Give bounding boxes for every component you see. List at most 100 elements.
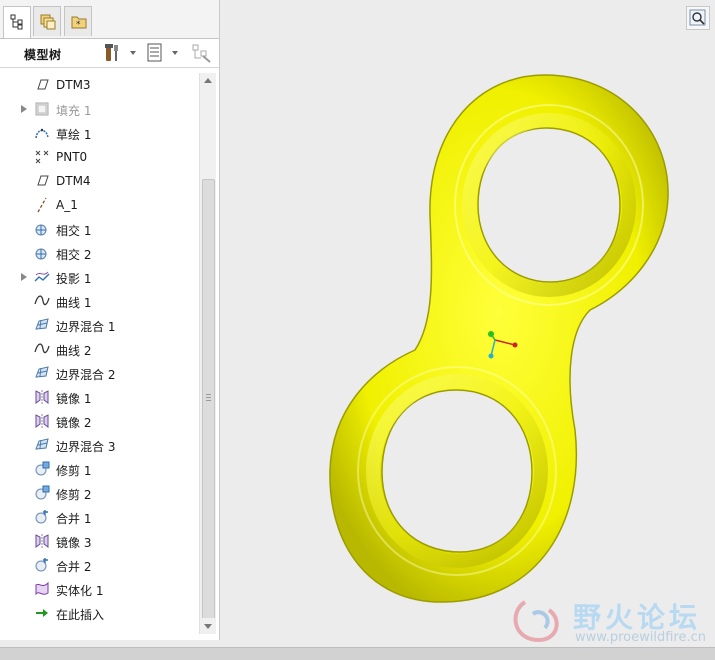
model-tree-icon xyxy=(10,14,23,30)
show-list-icon[interactable] xyxy=(146,43,164,63)
tree-item-label: 修剪 2 xyxy=(56,488,92,502)
tree-item[interactable]: 草绘 1 xyxy=(4,121,198,145)
tree-item-label: 镜像 2 xyxy=(56,416,92,430)
mirror-icon xyxy=(35,534,49,548)
intersect-icon xyxy=(35,248,47,260)
tree-item[interactable]: 修剪 1 xyxy=(4,457,198,481)
tab-layers[interactable] xyxy=(33,6,61,36)
tree-item-label: 边界混合 2 xyxy=(56,368,116,382)
figure-eight-part[interactable] xyxy=(329,74,669,603)
forum-watermark: 野火论坛 www.proewildfire.cn xyxy=(505,590,715,650)
datum-plane-icon xyxy=(37,175,49,186)
merge-icon xyxy=(35,558,48,572)
scroll-down-button[interactable] xyxy=(200,618,216,634)
tree-scrollbar[interactable] xyxy=(199,73,216,634)
merge-icon xyxy=(35,510,48,524)
expand-arrow-icon[interactable] xyxy=(21,273,27,281)
tree-item-label: 在此插入 xyxy=(56,608,105,622)
tree-item[interactable]: 实体化 1 xyxy=(4,577,198,601)
tree-item-label: 镜像 1 xyxy=(56,392,92,406)
layers-icon xyxy=(40,14,56,30)
tab-model-tree[interactable] xyxy=(3,6,31,39)
tree-filter-icon[interactable] xyxy=(191,43,213,63)
graphics-viewport[interactable] xyxy=(220,0,715,640)
tree-item-label: 合并 2 xyxy=(56,560,92,574)
tree-item[interactable]: 边界混合 2 xyxy=(4,361,198,385)
tree-item[interactable]: 镜像 3 xyxy=(4,529,198,553)
settings-tools-icon[interactable] xyxy=(103,43,125,63)
tree-item-label: A_1 xyxy=(56,198,78,212)
folder-star-icon: * xyxy=(71,16,87,30)
scroll-thumb[interactable] xyxy=(202,179,215,621)
model-tree-panel: * 模型树 DTM3 填充 1 草绘 1 PNT0 DTM4 A_1 相交 1 相交 2 投影 … xyxy=(0,0,220,640)
tree-item-label: 实体化 1 xyxy=(56,584,104,598)
curve-icon xyxy=(34,343,50,354)
insert-here-arrow-icon xyxy=(36,609,48,617)
solidify-icon xyxy=(35,581,49,596)
sketch-icon xyxy=(35,128,49,139)
tree-item[interactable]: 在此插入 xyxy=(4,601,198,625)
tree-item[interactable]: 曲线 2 xyxy=(4,337,198,361)
zoom-view-button[interactable] xyxy=(686,6,710,30)
expand-arrow-icon[interactable] xyxy=(21,105,27,113)
tree-item[interactable]: 填充 1 xyxy=(4,97,198,121)
tree-item-label: DTM3 xyxy=(56,78,91,92)
chevron-down-icon xyxy=(204,624,212,629)
tree-item[interactable]: PNT0 xyxy=(4,145,198,169)
tree-item[interactable]: 相交 1 xyxy=(4,217,198,241)
tree-item[interactable]: 合并 1 xyxy=(4,505,198,529)
curve-icon xyxy=(34,295,50,306)
tree-item-label: 草绘 1 xyxy=(56,128,92,142)
boundary-blend-icon xyxy=(35,318,49,330)
chevron-up-icon xyxy=(204,78,212,83)
svg-text:*: * xyxy=(76,20,81,30)
model-tree-list: DTM3 填充 1 草绘 1 PNT0 DTM4 A_1 相交 1 相交 2 投影 1 曲线 1 边… xyxy=(4,73,198,633)
panel-tab-strip: * xyxy=(0,0,219,39)
tree-item[interactable]: 曲线 1 xyxy=(4,289,198,313)
settings-dropdown-caret[interactable] xyxy=(130,51,136,55)
tree-item[interactable]: 边界混合 3 xyxy=(4,433,198,457)
scroll-up-button[interactable] xyxy=(200,73,216,89)
tree-item[interactable]: 修剪 2 xyxy=(4,481,198,505)
model-tree-toolbar: 模型树 xyxy=(0,39,219,68)
tree-item-label: DTM4 xyxy=(56,174,91,188)
tree-item-label: PNT0 xyxy=(56,150,88,164)
tree-item[interactable]: 合并 2 xyxy=(4,553,198,577)
status-bar xyxy=(0,647,715,660)
tree-item-label: 镜像 3 xyxy=(56,536,92,550)
tree-item-label: 曲线 2 xyxy=(56,344,92,358)
boundary-blend-icon xyxy=(35,438,49,450)
tree-item[interactable]: DTM3 xyxy=(4,73,198,97)
tree-item-label: 填充 1 xyxy=(56,104,92,118)
tree-item-label: 相交 2 xyxy=(56,248,92,262)
magnifier-icon xyxy=(689,9,706,26)
trim-icon xyxy=(35,461,50,476)
grip-icon xyxy=(206,394,211,395)
tree-item[interactable]: 镜像 1 xyxy=(4,385,198,409)
tree-item-label: 投影 1 xyxy=(56,272,92,286)
tree-item[interactable]: A_1 xyxy=(4,193,198,217)
tree-item[interactable]: 相交 2 xyxy=(4,241,198,265)
tab-favorites[interactable]: * xyxy=(64,6,92,36)
show-dropdown-caret[interactable] xyxy=(172,51,178,55)
datum-plane-icon xyxy=(37,79,49,90)
model-canvas[interactable] xyxy=(220,0,715,640)
tree-item[interactable]: 投影 1 xyxy=(4,265,198,289)
tree-item-label: 相交 1 xyxy=(56,224,92,238)
boundary-blend-icon xyxy=(35,366,49,378)
intersect-icon xyxy=(35,224,47,236)
watermark-url: www.proewildfire.cn xyxy=(575,630,706,645)
mirror-icon xyxy=(35,390,49,404)
tree-item[interactable]: 镜像 2 xyxy=(4,409,198,433)
tree-item-label: 修剪 1 xyxy=(56,464,92,478)
mirror-icon xyxy=(35,414,49,428)
tree-item-label: 合并 1 xyxy=(56,512,92,526)
tree-item-label: 边界混合 3 xyxy=(56,440,116,454)
tree-item[interactable]: 边界混合 1 xyxy=(4,313,198,337)
tree-item-label: 曲线 1 xyxy=(56,296,92,310)
watermark-logo-icon xyxy=(513,600,559,643)
trim-icon xyxy=(35,485,50,500)
datum-axis-icon xyxy=(37,197,47,213)
tree-item[interactable]: DTM4 xyxy=(4,169,198,193)
fill-icon xyxy=(35,102,49,116)
